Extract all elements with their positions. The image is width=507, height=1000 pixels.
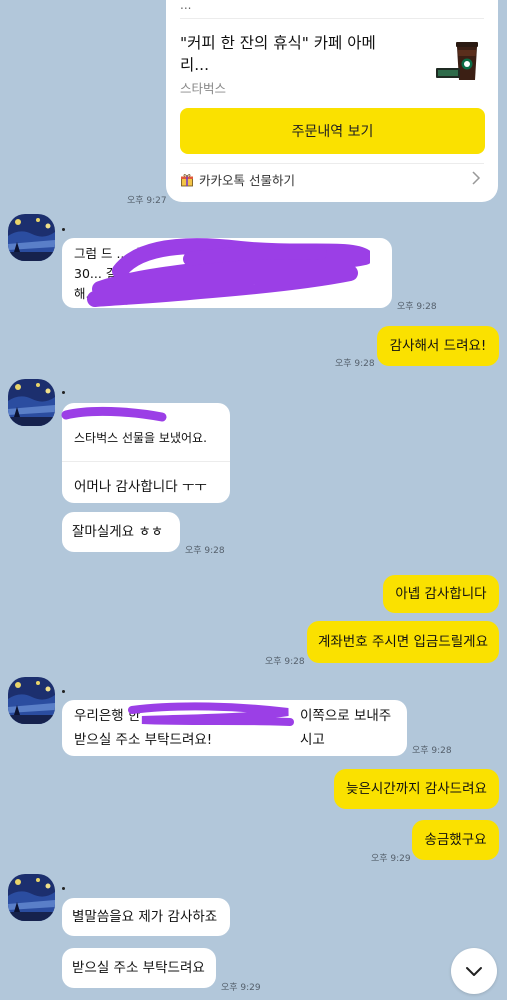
message-text: 우리은행 한 <box>74 708 141 724</box>
message-bubble-me[interactable]: 늦은시간까지 감사드려요 <box>334 769 499 809</box>
gift-sent-text: 스타벅스 선물을 보냈어요. <box>74 431 207 445</box>
chevron-down-icon <box>466 967 482 976</box>
message-bubble-other[interactable]: 그럼 드 ... 송료 30... 걸로 해... 같아요 <box>62 238 392 308</box>
gift-title: "커피 한 잔의 휴식" 카페 아메리... <box>180 34 376 74</box>
nickname-redacted <box>62 690 65 693</box>
message-bubble-other[interactable]: 잘마실게요 ㅎㅎ <box>62 512 180 552</box>
message-bubble-other[interactable]: 받으실 주소 부탁드려요 <box>62 948 216 988</box>
message-text: 송금했구요 <box>424 832 487 848</box>
gift-brand: 스타벅스 <box>180 81 227 96</box>
avatar[interactable] <box>8 214 55 261</box>
chevron-right-icon[interactable] <box>468 170 484 186</box>
timestamp: 오후 9:27 <box>127 196 167 206</box>
message-bubble-other[interactable]: 우리은행 한 이쪽으로 보내주시고 받으실 주소 부탁드려요! <box>62 700 407 756</box>
nickname-redacted <box>62 228 65 231</box>
message-text: 어머나 감사합니다 ㅜㅜ <box>74 479 207 495</box>
gift-card[interactable]: ... "커피 한 잔의 휴식" 카페 아메리... 스타벅스 주문내역 보기 … <box>166 0 498 202</box>
avatar[interactable] <box>8 379 55 426</box>
order-history-button[interactable]: 주문내역 보기 <box>180 108 485 154</box>
gift-box-icon <box>181 173 193 186</box>
timestamp: 오후 9:29 <box>371 854 411 864</box>
message-line: 그럼 드 ... 송료 <box>74 246 156 261</box>
message-text: 이쪽으로 보내주시고 <box>300 708 392 748</box>
message-line: 해... 같아요 <box>74 286 136 301</box>
message-line: 30... 걸로 <box>74 266 129 281</box>
message-bubble-me[interactable]: 송금했구요 <box>412 820 499 860</box>
message-text: 받으실 주소 부탁드려요 <box>72 960 205 976</box>
timestamp: 오후 9:28 <box>335 359 375 369</box>
nickname-redacted <box>62 887 65 890</box>
timestamp: 오후 9:28 <box>397 302 437 312</box>
message-line: 우리은행 한 이쪽으로 보내주시고 <box>74 704 395 748</box>
message-text: 아녭 감사합니다 <box>395 586 487 602</box>
kakao-gift-label: 카카오톡 선물하기 <box>199 173 295 188</box>
timestamp: 오후 9:28 <box>412 746 452 756</box>
timestamp: 오후 9:28 <box>185 546 225 556</box>
nickname-redacted <box>62 391 65 394</box>
message-text: 별말씀을요 제가 감사하죠 <box>72 909 218 925</box>
message-text: 계좌번호 주시면 입금드릴게요 <box>317 634 489 650</box>
message-text: 잘마실게요 ㅎㅎ <box>72 524 164 540</box>
avatar[interactable] <box>8 874 55 921</box>
kakao-gift-link[interactable]: 카카오톡 선물하기 <box>180 170 295 189</box>
gift-card-divider <box>180 18 484 19</box>
gift-divider <box>62 461 230 462</box>
timestamp: 오후 9:28 <box>265 657 305 667</box>
message-bubble-me[interactable]: 계좌번호 주시면 입금드릴게요 <box>307 621 499 663</box>
coffee-cup-icon <box>436 42 478 80</box>
message-text: 늦은시간까지 감사드려요 <box>346 781 487 797</box>
gift-card-divider-bottom <box>180 163 484 164</box>
message-bubble-me[interactable]: 아녭 감사합니다 <box>383 575 499 613</box>
gift-card-partial-text: ... <box>180 0 192 12</box>
scroll-down-button[interactable] <box>451 948 497 994</box>
message-bubble-me[interactable]: 감사해서 드려요! <box>377 326 499 366</box>
message-bubble-other[interactable]: 별말씀을요 제가 감사하죠 <box>62 898 230 936</box>
avatar[interactable] <box>8 677 55 724</box>
timestamp: 오후 9:29 <box>221 983 261 993</box>
gift-message-bubble[interactable]: 스타벅스 선물을 보냈어요. 어머나 감사합니다 ㅜㅜ <box>62 403 230 503</box>
message-text: 감사해서 드려요! <box>389 338 487 354</box>
